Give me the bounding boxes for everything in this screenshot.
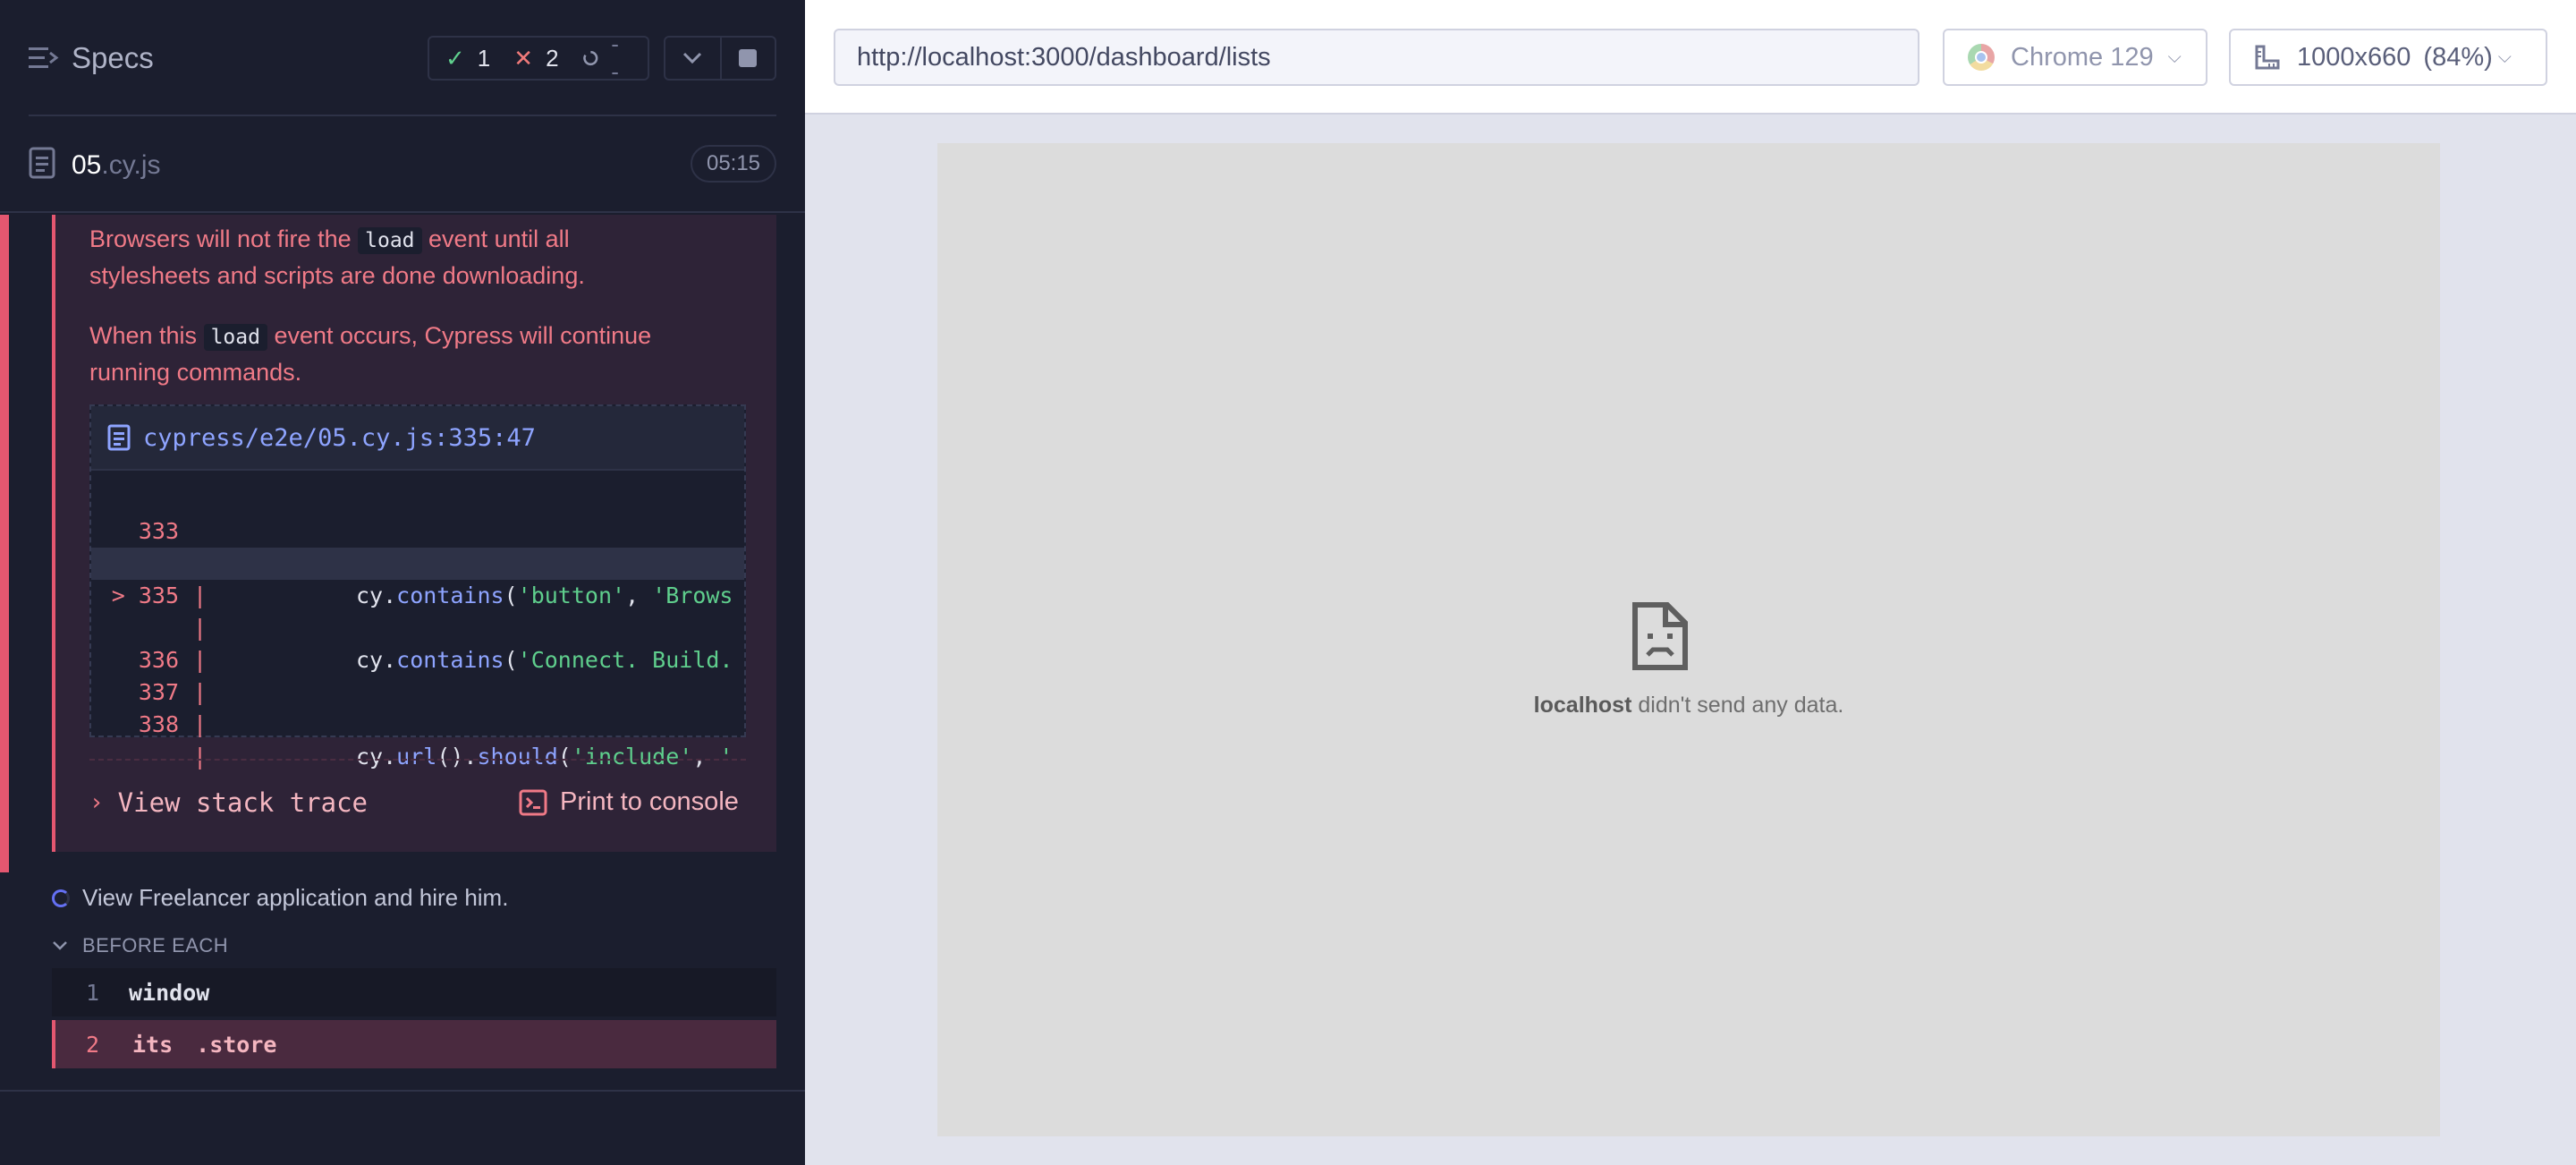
error-panel: Browsers will not fire the load event un… [52, 215, 776, 852]
reporter-panel: Specs ✓ 1 ✕ 2 -- 05.cy.js 05:15 Browsers… [0, 0, 805, 1165]
code-line: | [193, 647, 208, 673]
next-test-item[interactable]: View Freelancer application and hire him… [52, 884, 508, 912]
aut-header: http://localhost:3000/dashboard/lists Ch… [805, 0, 2576, 115]
stop-icon [739, 49, 758, 67]
error-divider [89, 759, 746, 761]
code-line: 336 | [138, 647, 208, 705]
view-stack-trace-button[interactable]: › View stack trace [89, 787, 368, 818]
collapse-button[interactable] [665, 38, 720, 79]
document-icon [29, 147, 55, 179]
chevron-down-icon [53, 941, 67, 950]
spec-name[interactable]: 05.cy.js [72, 150, 160, 181]
code-line: 334 | [91, 515, 744, 608]
chrome-icon [1968, 44, 1995, 71]
menu-icon[interactable] [29, 45, 59, 72]
code-frame-path[interactable]: cypress/e2e/05.cy.js:335:47 [143, 424, 536, 452]
ruler-icon [2255, 45, 2280, 70]
url-bar[interactable]: http://localhost:3000/dashboard/lists [834, 29, 1919, 86]
stop-button[interactable] [719, 38, 775, 79]
code-frame: cypress/e2e/05.cy.js:335:47 333 | cy.con… [89, 404, 746, 770]
terminal-icon [519, 789, 547, 815]
spec-bar: 05.cy.js 05:15 [0, 116, 805, 213]
test-stats: ✓ 1 ✕ 2 -- [428, 30, 649, 85]
chevron-down-icon [683, 52, 702, 64]
viewport-selector[interactable]: 1000x660 (84%) ⌵ [2229, 29, 2547, 86]
running-spinner-icon [52, 889, 70, 907]
code-lines: 333 | cy.contains('button', 'Brows 334 |… [91, 471, 744, 770]
chevron-right-icon: › [89, 789, 104, 816]
code-line-highlighted: > 335 | cy.contains('Connect. Build. [91, 548, 744, 673]
browser-selector[interactable]: Chrome 129 ⌵ [1943, 29, 2207, 86]
error-message-1: Browsers will not fire the load event un… [89, 225, 585, 289]
specs-title[interactable]: Specs [72, 41, 154, 75]
pending-stat: -- [582, 30, 624, 86]
spec-duration: 05:15 [691, 145, 776, 183]
passed-stat: ✓ 1 [445, 44, 491, 72]
aut-iframe: localhost didn't send any data. [937, 143, 2440, 1136]
failed-test-rail [0, 215, 9, 872]
chevron-down-icon: ⌵ [2167, 47, 2182, 67]
file-icon [107, 424, 131, 451]
code-line: 337 | cy.url().should('include', ' [138, 679, 733, 770]
print-to-console-button[interactable]: Print to console [519, 787, 739, 817]
aut-panel: http://localhost:3000/dashboard/lists Ch… [805, 0, 2576, 1165]
failed-stat: ✕ 2 [513, 44, 559, 72]
x-icon: ✕ [513, 44, 534, 72]
sad-page-icon [1632, 602, 1688, 670]
code-line: 333 | cy.contains('button', 'Brows [138, 518, 733, 608]
error-message-2: When this load event occurs, Cypress wil… [89, 322, 652, 386]
specs-header: Specs ✓ 1 ✕ 2 -- [0, 0, 805, 116]
check-icon: ✓ [445, 44, 465, 72]
chevron-down-icon: ⌵ [2497, 47, 2512, 67]
command-row[interactable]: 1 window [52, 968, 776, 1016]
header-controls [664, 36, 776, 81]
reporter-bottom-divider [0, 1090, 805, 1092]
code-line: 338 | [138, 711, 208, 770]
command-row-failed[interactable]: 2 its .store [52, 1020, 776, 1068]
pending-icon [582, 50, 597, 66]
aut-error-message: localhost didn't send any data. [1533, 693, 1844, 718]
before-each-hook[interactable]: BEFORE EACH [52, 934, 228, 957]
code-frame-header[interactable]: cypress/e2e/05.cy.js:335:47 [91, 406, 744, 471]
